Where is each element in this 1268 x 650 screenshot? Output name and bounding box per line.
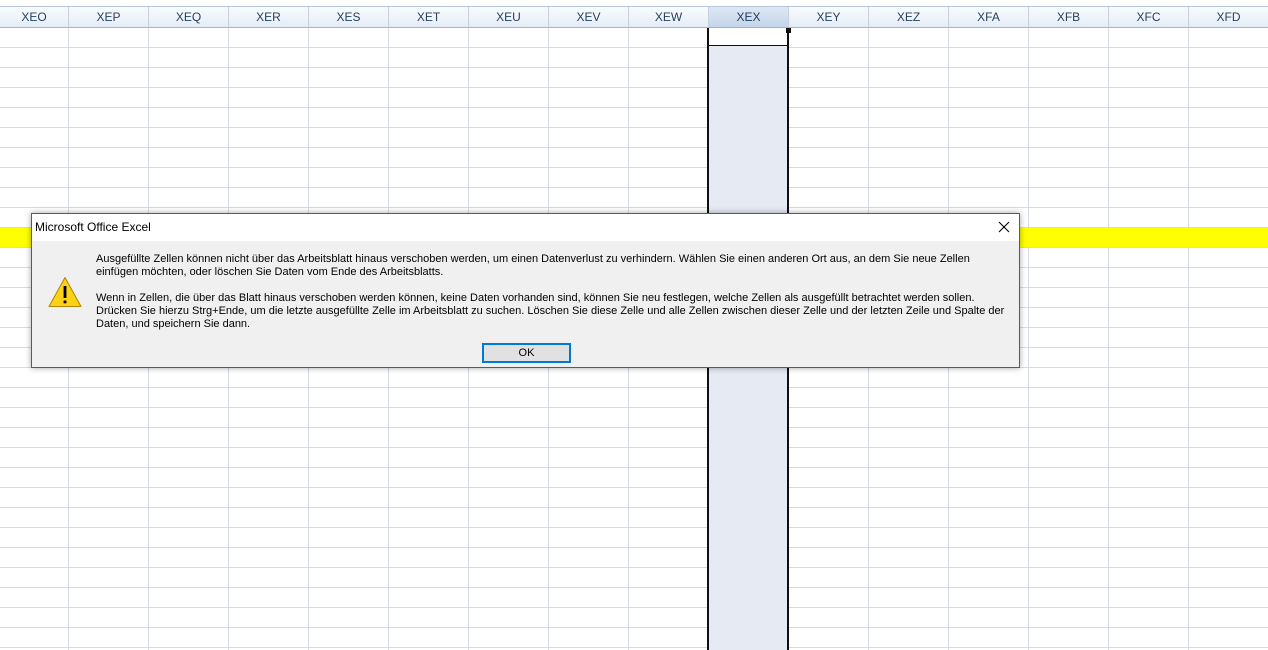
grid-row-line: [0, 387, 1268, 388]
column-header-xeo[interactable]: XEO: [0, 7, 69, 28]
close-button[interactable]: [995, 218, 1013, 236]
dialog-body: Ausgefüllte Zellen können nicht über das…: [32, 241, 1019, 367]
grid-row-line: [0, 547, 1268, 548]
fill-handle[interactable]: [786, 28, 791, 33]
grid-row-line: [0, 167, 1268, 168]
grid-row-line: [0, 207, 1268, 208]
column-header-xet[interactable]: XET: [389, 7, 469, 28]
grid-column-line: [1108, 28, 1109, 650]
grid-row-line: [0, 627, 1268, 628]
grid-row-line: [0, 407, 1268, 408]
active-cell[interactable]: [709, 28, 787, 46]
grid-row-line: [0, 47, 1268, 48]
grid-row-line: [0, 487, 1268, 488]
column-header-xer[interactable]: XER: [229, 7, 309, 28]
column-header-xes[interactable]: XES: [309, 7, 389, 28]
warning-icon: [48, 277, 82, 307]
grid-row-line: [0, 467, 1268, 468]
column-header-xfb[interactable]: XFB: [1029, 7, 1109, 28]
grid-row-line: [0, 87, 1268, 88]
column-header-xez[interactable]: XEZ: [869, 7, 949, 28]
grid-row-line: [0, 147, 1268, 148]
column-headers: XEO XEP XEQ XER XES XET XEU XEV XEW XEX XEY XEZ XFA X…: [0, 7, 1268, 28]
close-icon: [998, 221, 1010, 233]
column-header-xeu[interactable]: XEU: [469, 7, 549, 28]
column-header-xfa[interactable]: XFA: [949, 7, 1029, 28]
column-header-xeq[interactable]: XEQ: [149, 7, 229, 28]
column-header-xfc[interactable]: XFC: [1109, 7, 1189, 28]
grid-column-line: [1188, 28, 1189, 650]
column-header-xep[interactable]: XEP: [69, 7, 149, 28]
ok-button[interactable]: OK: [482, 343, 571, 363]
dialog-title: Microsoft Office Excel: [35, 220, 151, 234]
column-header-xfd[interactable]: XFD: [1189, 7, 1268, 28]
grid-row-line: [0, 447, 1268, 448]
dialog-message-1: Ausgefüllte Zellen können nicht über das…: [96, 253, 970, 278]
dialog-message-2: Wenn in Zellen, die über das Blatt hinau…: [96, 292, 1005, 330]
grid-row-line: [0, 187, 1268, 188]
grid-row-line: [0, 67, 1268, 68]
grid-column-line: [1028, 28, 1029, 650]
grid-row-line: [0, 567, 1268, 568]
grid-row-line: [0, 527, 1268, 528]
column-header-xev[interactable]: XEV: [549, 7, 629, 28]
ribbon-edge: [0, 0, 1268, 7]
grid-row-line: [0, 647, 1268, 648]
grid-row-line: [0, 587, 1268, 588]
column-header-xex[interactable]: XEX: [709, 7, 789, 28]
column-header-xew[interactable]: XEW: [629, 7, 709, 28]
grid-row-line: [0, 127, 1268, 128]
error-dialog: Microsoft Office Excel Ausgefüllte Zelle…: [31, 213, 1020, 368]
grid-row-line: [0, 107, 1268, 108]
dialog-titlebar[interactable]: Microsoft Office Excel: [32, 214, 1019, 241]
grid-row-line: [0, 507, 1268, 508]
grid-row-line: [0, 607, 1268, 608]
grid-row-line: [0, 427, 1268, 428]
column-header-xey[interactable]: XEY: [789, 7, 869, 28]
